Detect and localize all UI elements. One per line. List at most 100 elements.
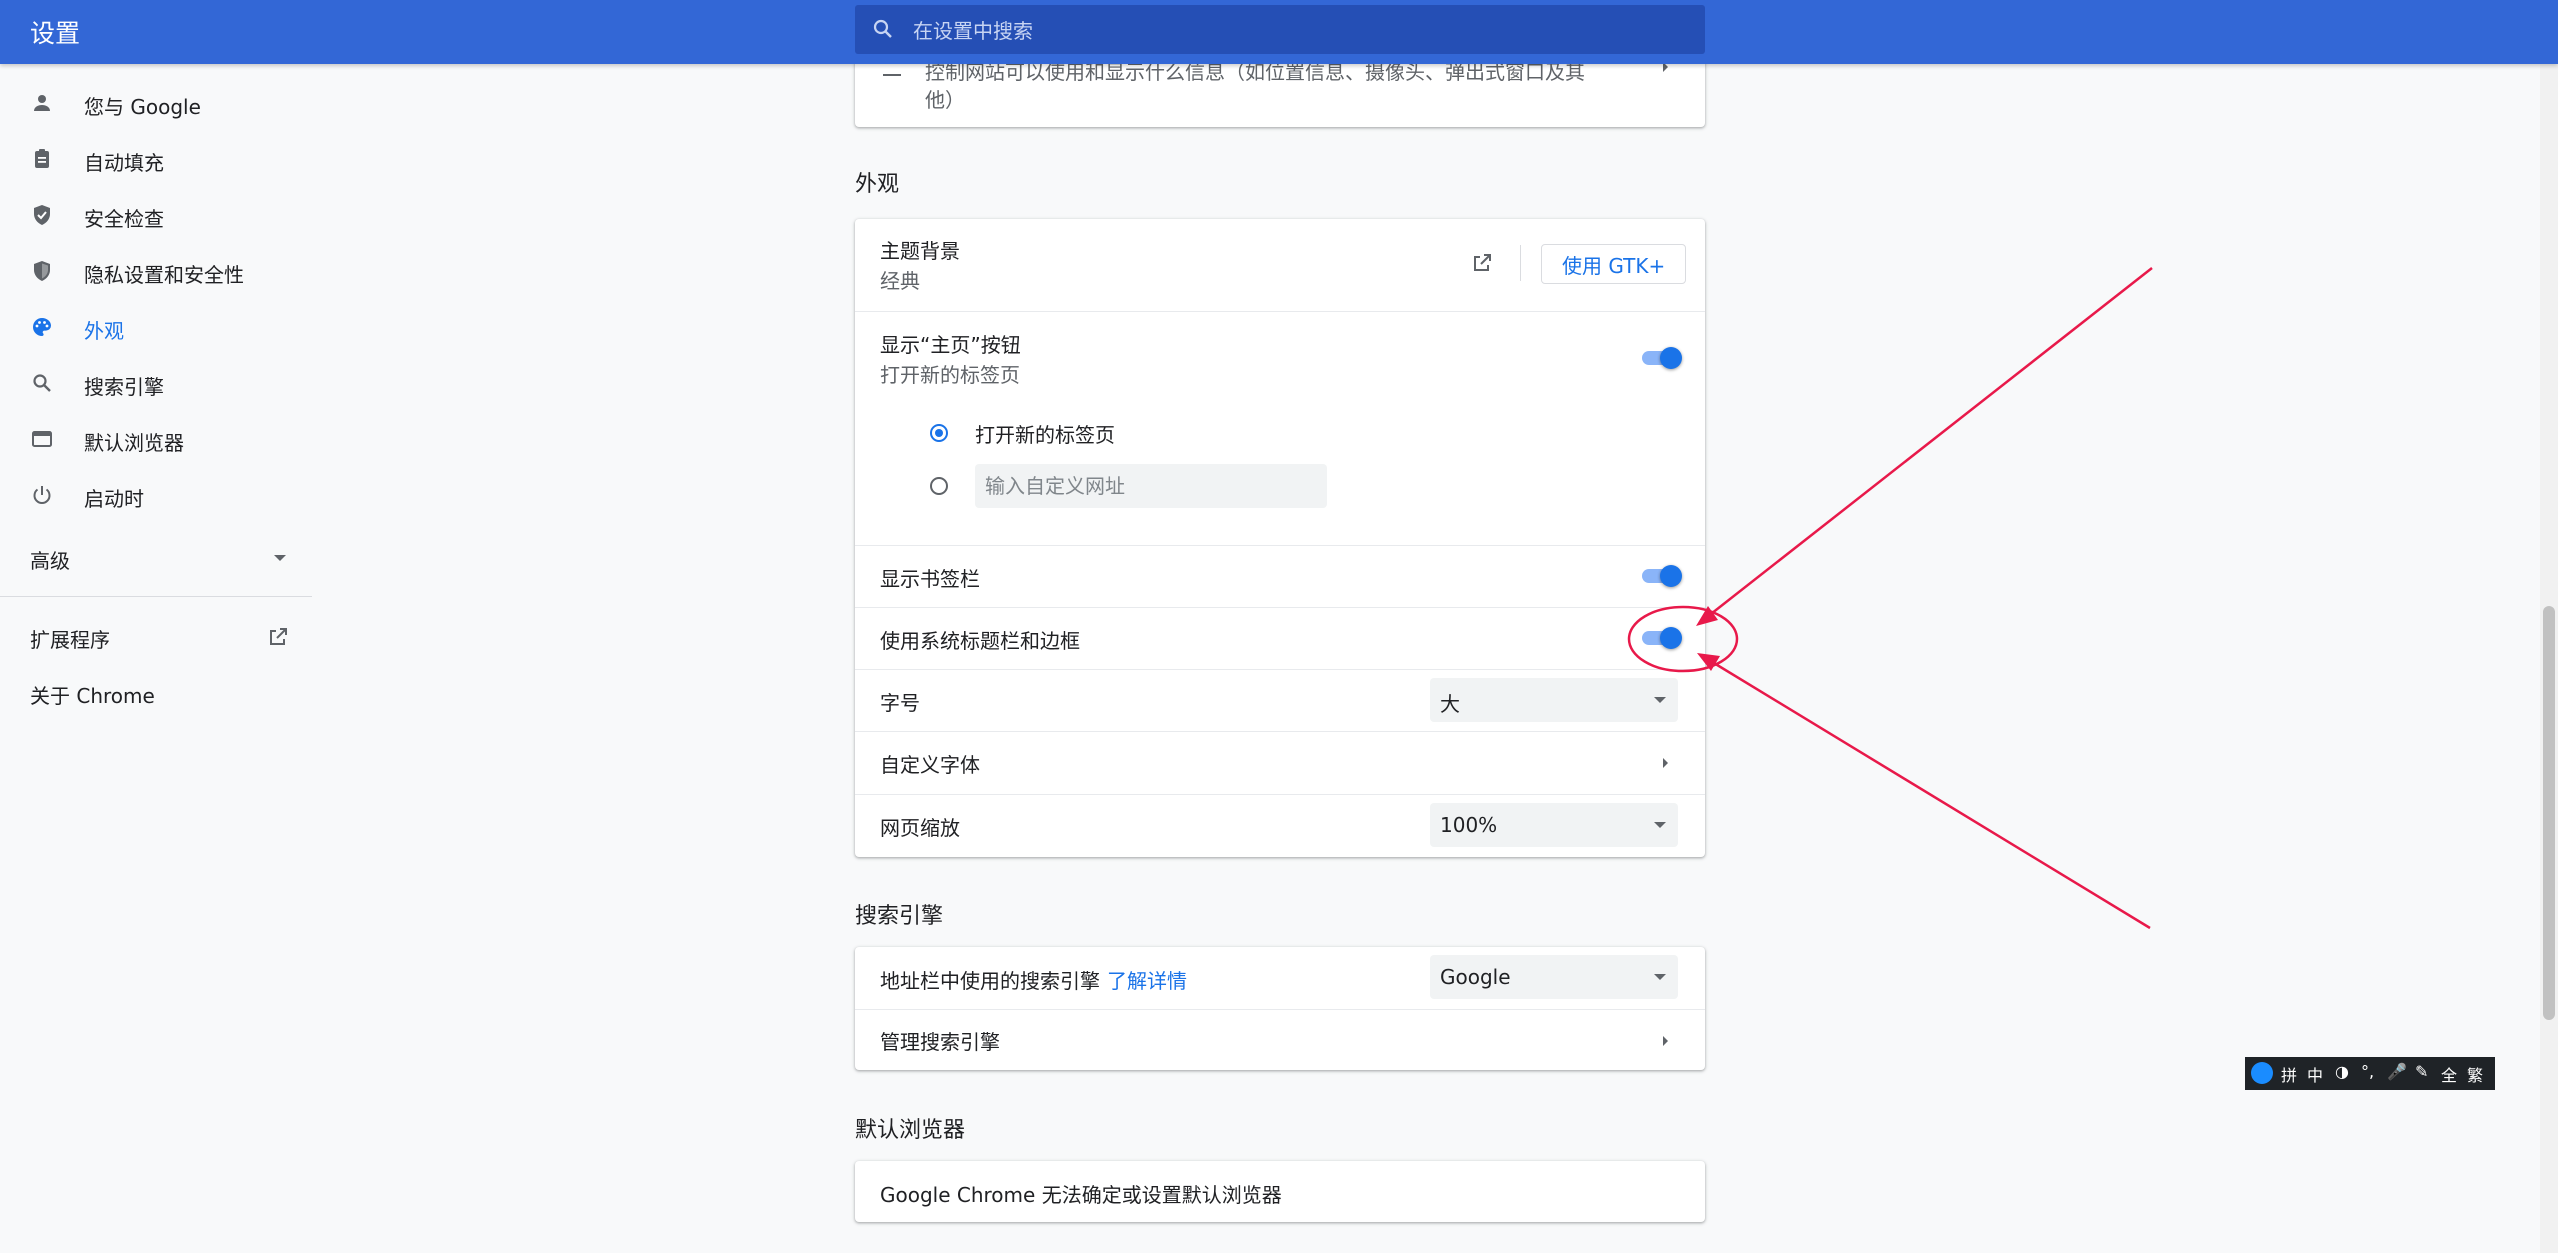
radio-new-tab[interactable] — [930, 424, 948, 442]
scrollbar-thumb[interactable] — [2543, 606, 2555, 1020]
section-title-default-browser: 默认浏览器 — [855, 1118, 966, 1143]
theme-value: 经典 — [880, 269, 920, 293]
default-browser-text: Google Chrome 无法确定或设置默认浏览器 — [880, 1183, 1282, 1207]
use-gtk-button[interactable]: 使用 GTK+ — [1541, 244, 1687, 284]
sidebar-item-label: 自动填充 — [84, 151, 164, 175]
page-zoom-select[interactable]: 100% — [1430, 803, 1678, 847]
sidebar-item-default-browser[interactable]: 默认浏览器 — [0, 414, 312, 464]
home-button-label: 显示“主页”按钮 — [880, 333, 1021, 357]
search-engine-select[interactable]: Google — [1430, 955, 1678, 999]
section-title-appearance: 外观 — [855, 172, 900, 197]
manage-search-engines-label: 管理搜索引擎 — [880, 1030, 1000, 1054]
sidebar-item-about-chrome[interactable]: 关于 Chrome — [0, 668, 312, 718]
default-browser-card: Google Chrome 无法确定或设置默认浏览器 — [855, 1161, 1705, 1222]
about-label: 关于 Chrome — [30, 684, 155, 708]
clipboard-icon — [35, 149, 49, 168]
theme-label: 主题背景 — [880, 239, 960, 263]
font-size-select[interactable]: 大 — [1430, 678, 1678, 722]
custom-url-input[interactable] — [975, 464, 1327, 508]
advanced-label: 高级 — [30, 549, 70, 573]
sidebar-advanced[interactable]: 高级 — [0, 532, 312, 582]
chevron-down-icon — [274, 555, 286, 561]
bookmarks-bar-label: 显示书签栏 — [880, 567, 980, 591]
home-button-toggle[interactable] — [1640, 345, 1682, 369]
search-icon — [33, 374, 51, 392]
sidebar-item-label: 安全检查 — [84, 207, 164, 231]
vertical-separator — [1520, 245, 1521, 281]
dropdown-arrow-icon — [1654, 697, 1666, 703]
page-zoom-label: 网页缩放 — [880, 816, 960, 840]
ime-traditional[interactable]: 繁 — [2467, 1062, 2483, 1086]
site-settings-icon — [883, 62, 901, 76]
custom-fonts-row[interactable]: 自定义字体 — [855, 732, 1705, 794]
search-engine-value: Google — [1440, 965, 1511, 989]
appearance-card: 主题背景 经典 使用 GTK+ 显示“主页”按钮 打开新的标签页 打开新的标签页… — [855, 219, 1705, 857]
learn-more-link[interactable]: 了解详情 — [1107, 965, 1187, 994]
dropdown-arrow-icon — [1654, 822, 1666, 828]
ime-logo-icon[interactable] — [2251, 1062, 2273, 1084]
ime-moon-icon[interactable]: ◑ — [2335, 1062, 2349, 1081]
sidebar-item-extensions[interactable]: 扩展程序 — [0, 612, 312, 662]
sidebar-item-autofill[interactable]: 自动填充 — [0, 134, 312, 184]
sidebar-item-appearance[interactable]: 外观 — [0, 302, 312, 352]
home-button-sub: 打开新的标签页 — [880, 363, 1020, 387]
palette-icon — [33, 318, 51, 336]
page-zoom-value: 100% — [1440, 813, 1498, 837]
search-engine-card: 地址栏中使用的搜索引擎 了解详情 Google 管理搜索引擎 — [855, 947, 1705, 1070]
font-size-value: 大 — [1440, 692, 1460, 716]
search-icon — [873, 19, 892, 38]
sidebar-item-label: 默认浏览器 — [84, 431, 184, 455]
open-in-new-icon — [270, 628, 287, 645]
ime-punct[interactable]: °, — [2361, 1062, 2374, 1081]
ime-pen-icon[interactable]: ✎ — [2415, 1062, 2428, 1081]
system-titlebar-label: 使用系统标题栏和边框 — [880, 629, 1080, 653]
ime-toolbar[interactable]: 拼 中 ◑ °, 🎤 ✎ 全 繁 — [2245, 1057, 2495, 1090]
app-header: 设置 — [0, 0, 2558, 64]
section-title-search-engine: 搜索引擎 — [855, 904, 944, 929]
sidebar-item-safety-check[interactable]: 安全检查 — [0, 190, 312, 240]
row-separator — [855, 669, 1705, 670]
chevron-right-icon — [1663, 758, 1668, 768]
radio-new-tab-label: 打开新的标签页 — [975, 423, 1115, 447]
search-box[interactable] — [855, 5, 1705, 56]
row-separator — [855, 794, 1705, 795]
shield-icon — [34, 261, 50, 281]
search-input[interactable] — [911, 5, 1675, 56]
search-engine-label: 地址栏中使用的搜索引擎 — [880, 969, 1100, 993]
sidebar-divider — [0, 596, 312, 597]
row-separator — [855, 607, 1705, 608]
sidebar-item-privacy[interactable]: 隐私设置和安全性 — [0, 246, 312, 296]
browser-icon — [32, 431, 52, 447]
ime-mic-icon[interactable]: 🎤 — [2387, 1062, 2407, 1081]
font-size-label: 字号 — [880, 691, 920, 715]
sidebar-item-search-engine[interactable]: 搜索引擎 — [0, 358, 312, 408]
person-icon — [34, 95, 50, 111]
bookmarks-bar-toggle[interactable] — [1640, 563, 1682, 587]
ime-pinyin[interactable]: 拼 — [2281, 1062, 2297, 1086]
ime-chinese[interactable]: 中 — [2307, 1062, 2323, 1086]
annotation-arrow-lower — [1703, 655, 2151, 930]
sidebar-item-label: 隐私设置和安全性 — [84, 263, 244, 287]
page-title: 设置 — [30, 19, 81, 48]
row-separator — [855, 311, 1705, 312]
system-titlebar-toggle[interactable] — [1640, 625, 1682, 649]
manage-search-engines-row[interactable]: 管理搜索引擎 — [855, 1010, 1705, 1070]
sidebar-item-label: 您与 Google — [84, 95, 201, 119]
sidebar-item-label: 外观 — [84, 319, 124, 343]
dropdown-arrow-icon — [1654, 974, 1666, 980]
shield-check-icon — [34, 205, 50, 225]
chevron-right-icon — [1663, 1036, 1668, 1046]
privacy-desc-line2: 他） — [925, 88, 965, 112]
sidebar-item-label: 搜索引擎 — [84, 375, 164, 399]
sidebar-item-label: 启动时 — [84, 487, 144, 511]
power-icon — [33, 486, 51, 504]
sidebar-item-you-and-google[interactable]: 您与 Google — [0, 78, 312, 128]
radio-custom-url[interactable] — [930, 477, 948, 495]
extensions-label: 扩展程序 — [30, 628, 110, 652]
open-in-new-icon[interactable] — [1470, 251, 1494, 275]
ime-fullwidth[interactable]: 全 — [2441, 1062, 2457, 1086]
annotation-arrow-upper — [1701, 267, 2153, 622]
row-separator — [855, 545, 1705, 546]
sidebar-item-on-startup[interactable]: 启动时 — [0, 470, 312, 520]
custom-fonts-label: 自定义字体 — [880, 753, 980, 777]
